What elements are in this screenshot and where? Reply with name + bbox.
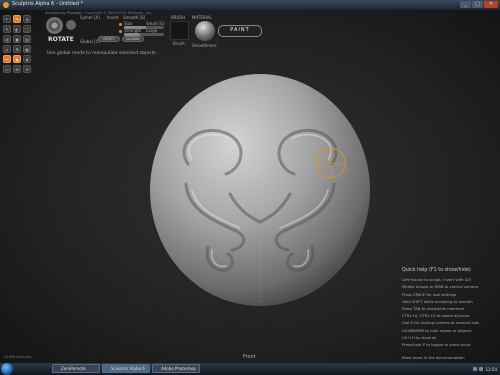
paint-button[interactable]: PAINT — [218, 25, 262, 37]
close-button[interactable]: ✕ — [484, 1, 498, 8]
plane-tool-icon[interactable]: ▭ — [3, 65, 11, 73]
undo-tool-icon[interactable]: ↶ — [3, 15, 11, 23]
flatten-tool-icon[interactable]: ▣ — [13, 35, 21, 43]
start-button[interactable] — [1, 363, 13, 375]
help-line: Press TAB to show/hide interface — [402, 306, 465, 312]
tool-grid: ↶ ↷ ⊕ ✎ ◐ ⬚ ◍ ▣ ▤ ⌂ ⚙ ▦ ✂ ◉ ◈ ▭ ⊞ ✦ — [3, 15, 31, 73]
volume-icon[interactable] — [479, 367, 484, 371]
clock: 13:54 — [485, 366, 497, 372]
mask-tool-icon[interactable]: ⬚ — [23, 25, 31, 33]
brush-label: BRUSH — [171, 15, 185, 20]
strength-dot-icon — [119, 30, 122, 33]
triangle-count: 24998 triangles — [4, 355, 32, 359]
maximize-button[interactable]: □ — [472, 1, 483, 8]
redo-tool-icon[interactable]: ↷ — [13, 15, 21, 23]
reset-button[interactable]: RESET — [98, 36, 120, 42]
inflate-tool-icon[interactable]: ◐ — [13, 25, 21, 33]
scale-tool-icon[interactable]: ✦ — [23, 65, 31, 73]
title-bar: Sculptris Alpha 6 - Untitled * _ □ ✕ — [0, 0, 500, 10]
crease-tool-icon[interactable]: ◍ — [3, 35, 11, 43]
rotate-label: ROTATE — [48, 36, 74, 43]
help-line: Hold SHIFT while sculpting to smooth — [402, 298, 473, 304]
app-icon — [3, 2, 9, 8]
cut-tool-icon[interactable]: ✂ — [3, 55, 11, 63]
sculpt-sphere[interactable] — [148, 72, 372, 308]
hint-text: Use global mode to manipulate selected o… — [47, 51, 156, 56]
help-line: H/LMB/RMB to hide region or objects — [402, 327, 472, 333]
help-line: Left mouse to sculpt, invert with ALT — [402, 277, 472, 283]
help-line: Use Z for locking camera to nearest axis — [402, 320, 480, 326]
settings-tool-icon[interactable]: ⚙ — [13, 45, 21, 53]
rotate-dial[interactable] — [46, 17, 63, 34]
grid-tool-icon[interactable]: ▦ — [23, 45, 31, 53]
minimize-button[interactable]: _ — [460, 1, 471, 8]
system-tray: 13:54 — [438, 364, 500, 374]
grab-tool-icon[interactable]: ◈ — [23, 55, 31, 63]
documentation-link[interactable]: Read more in the documentation — [402, 354, 498, 361]
help-line: Middle mouse or RMB to control camera — [402, 284, 479, 290]
material-sub: Smoothness — [192, 43, 217, 48]
network-icon[interactable] — [473, 367, 478, 371]
smooth-toggle[interactable]: Smooth [S] — [123, 15, 145, 20]
view-label: Front — [243, 354, 256, 360]
help-line: Press/hold P to toggle or place pivot — [402, 342, 471, 348]
window-title: Sculptris Alpha 6 - Untitled * — [12, 1, 84, 7]
pinch-tool-icon[interactable]: ◉ — [13, 55, 21, 63]
app-menu[interactable]: Sculptris by Pixologic — [45, 11, 82, 15]
help-line: Ctrl+H to show all — [402, 334, 437, 340]
help-title: Quick help (F1 to show/hide) — [402, 268, 471, 273]
brush-sub: Brush — [173, 41, 185, 46]
material-label: MATERIAL — [192, 15, 212, 20]
help-line: Press SPACE for tool settings — [402, 291, 457, 297]
taskbar-item[interactable]: ZeroRemote — [52, 364, 100, 373]
help-line: CTRL+A, CTRL+Z to select all/none — [402, 313, 470, 319]
brush-preview[interactable] — [170, 21, 189, 40]
invert-toggle[interactable]: Invert — [107, 15, 119, 20]
brush-cursor — [316, 148, 346, 178]
quick-help-panel: Quick help (F1 to show/hide) Left mouse … — [402, 267, 498, 361]
secondary-dial[interactable] — [66, 20, 76, 30]
material-ball[interactable] — [195, 21, 215, 41]
taskbar-item[interactable]: Sculptris Alpha 6 — [102, 364, 150, 373]
draw-tool-icon[interactable]: ✎ — [3, 25, 11, 33]
home-tool-icon[interactable]: ⌂ — [3, 45, 11, 53]
symmetry-toggle[interactable]: Symm [X] — [80, 15, 100, 20]
global-button[interactable]: GLOBAL — [122, 36, 144, 42]
size-dot-icon — [119, 23, 122, 26]
reduce-tool-icon[interactable]: ⊞ — [13, 65, 21, 73]
layer-tool-icon[interactable]: ▤ — [23, 35, 31, 43]
add-tool-icon[interactable]: ⊕ — [23, 15, 31, 23]
global-key: Global [X] — [80, 39, 100, 44]
taskbar-item[interactable]: Adobe Photoshop — [152, 364, 200, 373]
